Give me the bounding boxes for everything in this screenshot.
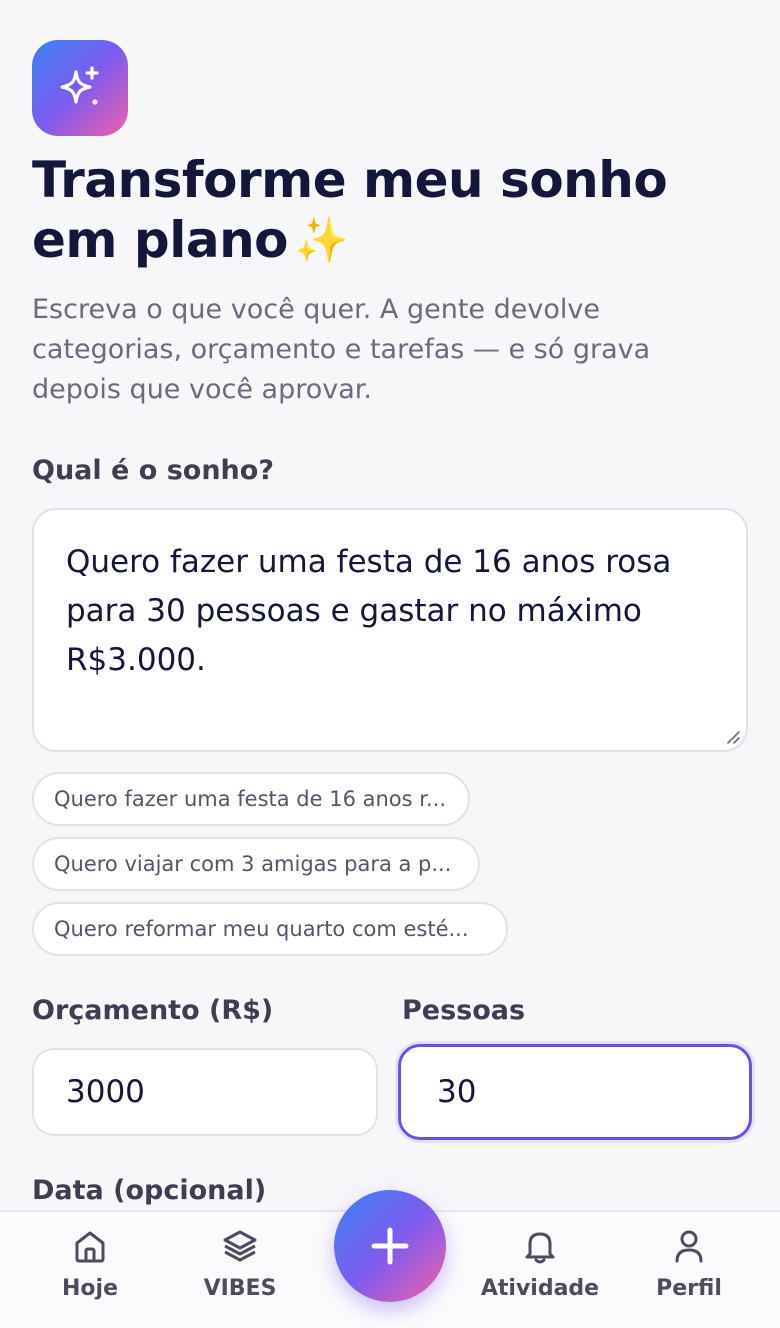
nav-item-profile[interactable]: Perfil xyxy=(614,1226,764,1301)
nav-label-vibes: VIBES xyxy=(203,1276,277,1301)
user-icon xyxy=(675,1230,703,1263)
plus-icon xyxy=(371,1227,409,1265)
sparkles-emoji: ✨ xyxy=(294,215,349,266)
app-logo xyxy=(32,40,128,136)
nav-item-vibes[interactable]: VIBES xyxy=(165,1226,315,1301)
people-input[interactable]: 30 xyxy=(398,1044,752,1140)
bell-icon xyxy=(525,1232,555,1264)
date-label: Data (opcional) xyxy=(32,1175,267,1206)
add-button[interactable] xyxy=(334,1190,446,1302)
nav-item-home[interactable]: Hoje xyxy=(15,1226,165,1301)
people-label: Pessoas xyxy=(402,995,526,1026)
page-title: Transforme meu sonho em plano ✨ xyxy=(32,151,668,269)
dream-label: Qual é o sonho? xyxy=(32,455,274,486)
budget-input[interactable]: 3000 xyxy=(32,1048,378,1136)
resize-handle-icon[interactable] xyxy=(726,730,740,744)
suggestion-chip[interactable]: Quero viajar com 3 amigas para a p... xyxy=(32,837,480,891)
suggestion-chip[interactable]: Quero fazer uma festa de 16 anos r... xyxy=(32,772,470,826)
nav-label-home: Hoje xyxy=(62,1276,118,1301)
page-subtitle: Escreva o que você quer. A gente devolve… xyxy=(32,294,651,405)
budget-label: Orçamento (R$) xyxy=(32,995,274,1026)
suggestion-chip[interactable]: Quero reformar meu quarto com esté... xyxy=(32,902,508,956)
dream-text: Quero fazer uma festa de 16 anos rosa pa… xyxy=(66,544,672,678)
nav-label-activity: Atividade xyxy=(480,1276,600,1301)
dream-textarea[interactable]: Quero fazer uma festa de 16 anos rosa pa… xyxy=(32,508,748,752)
layers-icon xyxy=(223,1230,257,1262)
nav-label-profile: Perfil xyxy=(656,1276,722,1301)
home-icon xyxy=(75,1231,105,1263)
sparkles-icon xyxy=(60,66,99,105)
nav-item-activity[interactable]: Atividade xyxy=(465,1226,615,1301)
